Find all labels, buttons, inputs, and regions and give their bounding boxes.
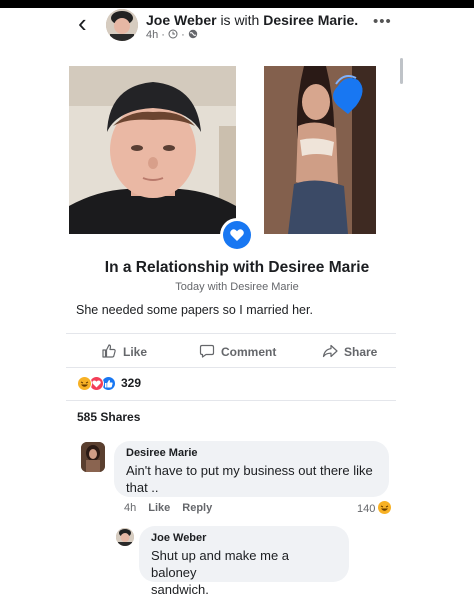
comment-button[interactable]: Comment [199, 343, 276, 361]
clock-icon [168, 29, 181, 41]
status-bar [0, 0, 474, 8]
life-event-date: Today with Desiree Marie [175, 281, 299, 293]
reply-avatar[interactable] [116, 528, 134, 546]
reactions-summary[interactable]: 329 [77, 375, 141, 391]
globe-icon [188, 29, 198, 41]
comment-author[interactable]: Desiree Marie [126, 447, 377, 459]
more-options-icon[interactable]: ••• [373, 13, 392, 30]
scrollbar[interactable] [400, 58, 403, 84]
comment-icon [199, 343, 215, 362]
post-header-title: Joe Weber is with Desiree Marie. [146, 12, 358, 28]
comment-bubble: Desiree Marie Ain't have to put my busin… [114, 441, 389, 497]
post-time[interactable]: 4h · [146, 29, 165, 41]
left-photo[interactable] [69, 66, 236, 234]
comment-like-button[interactable]: Like [148, 502, 170, 514]
thumbs-up-icon [101, 343, 117, 362]
life-event-title: In a Relationship with Desiree Marie [104, 259, 370, 276]
relationship-badge [220, 218, 254, 252]
reply-author[interactable]: Joe Weber [151, 532, 337, 544]
haha-reaction-icon [77, 375, 92, 391]
reaction-count: 329 [121, 376, 142, 390]
comment-label: Comment [221, 345, 277, 359]
shares-count[interactable]: 585 Shares [77, 410, 140, 424]
comment-reply-button[interactable]: Reply [182, 502, 212, 514]
comment-time[interactable]: 4h [124, 502, 136, 514]
reply-bubble: Joe Weber Shut up and make me a baloney … [139, 526, 349, 597]
post-caption: She needed some papers so I married her. [76, 303, 313, 317]
meta-dot: · [181, 29, 185, 41]
reply-text-line2: sandwich. [151, 582, 209, 597]
haha-reaction-icon [378, 501, 392, 517]
commenter-avatar[interactable] [81, 442, 105, 472]
divider-reactions [66, 400, 396, 401]
divider-actions [66, 367, 396, 368]
share-arrow-icon [322, 343, 338, 362]
heart-icon [223, 221, 251, 249]
poster-name[interactable]: Joe Weber [146, 12, 217, 28]
right-photo[interactable] [264, 66, 376, 234]
comment-text-line1: Ain't have to put my business out there … [126, 463, 373, 478]
comment-reactions[interactable]: 140 [357, 501, 392, 517]
share-label: Share [344, 345, 378, 359]
post-meta: 4h · · [146, 29, 198, 41]
comment-actions: 4h Like Reply [124, 502, 212, 514]
like-button[interactable]: Like [101, 343, 147, 361]
share-button[interactable]: Share [322, 343, 377, 361]
poster-avatar[interactable] [106, 9, 138, 41]
comment-text-line2: that .. [126, 480, 159, 495]
reply-text-line1: Shut up and make me a baloney [151, 548, 290, 580]
tagged-name[interactable]: Desiree Marie. [263, 12, 358, 28]
like-label: Like [123, 345, 148, 359]
with-text: is with [220, 12, 260, 28]
back-chevron-icon[interactable]: ‹ [78, 10, 87, 36]
divider-top [66, 333, 396, 334]
comment-like-count: 140 [357, 503, 376, 515]
